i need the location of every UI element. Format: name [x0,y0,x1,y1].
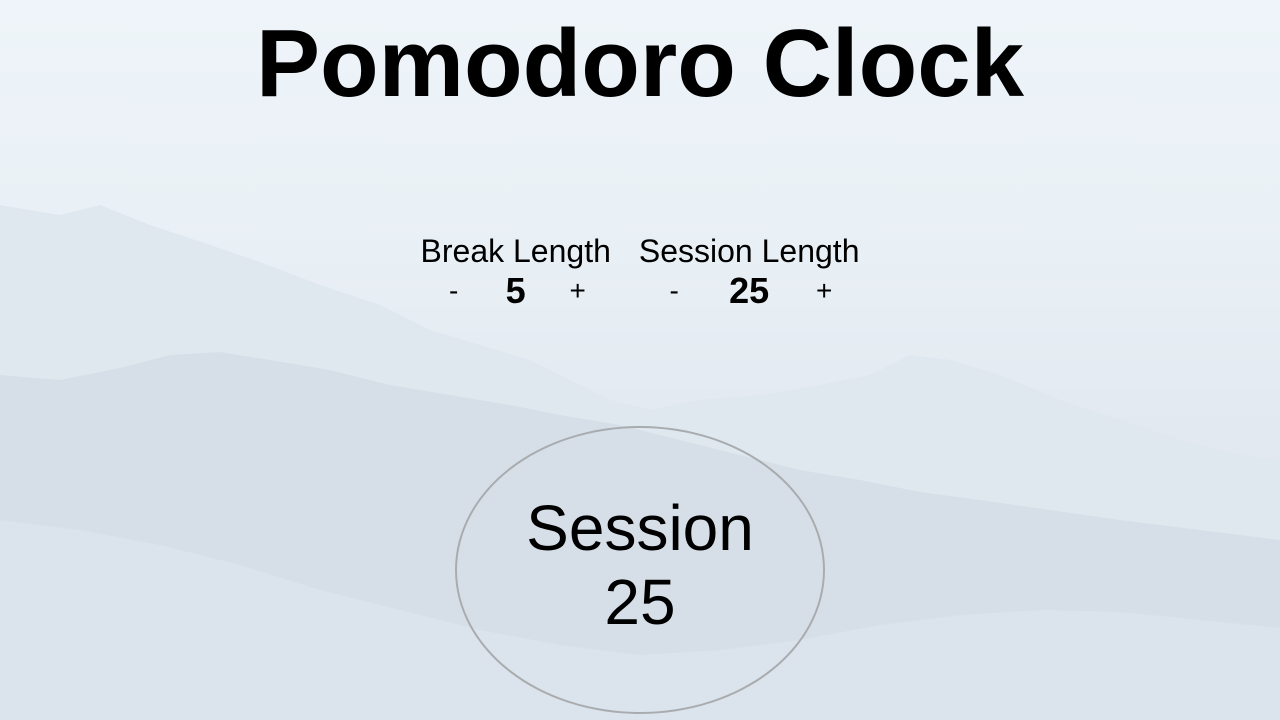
break-length-label: Break Length [420,233,611,269]
session-length-control: Session Length - 25 + [639,232,860,310]
timer-circle-button[interactable]: Session 25 [455,426,825,714]
break-decrement-button[interactable]: - [439,272,469,310]
timer-time-display: 25 [604,566,676,638]
session-increment-button[interactable]: + [809,272,839,310]
pomodoro-page: Pomodoro Clock Break Length - 5 + Sessio… [0,0,1280,720]
session-length-value: 25 [729,270,770,311]
session-length-row: - 25 + [659,272,839,310]
page-title: Pomodoro Clock [255,10,1025,117]
timer-mode-label: Session [526,492,754,564]
break-increment-button[interactable]: + [563,272,593,310]
break-length-control: Break Length - 5 + [421,232,611,310]
break-length-row: - 5 + [439,272,593,310]
length-controls: Break Length - 5 + Session Length - 25 + [0,232,1280,310]
session-length-label: Session Length [638,233,860,269]
session-decrement-button[interactable]: - [659,272,689,310]
break-length-value: 5 [505,270,526,311]
